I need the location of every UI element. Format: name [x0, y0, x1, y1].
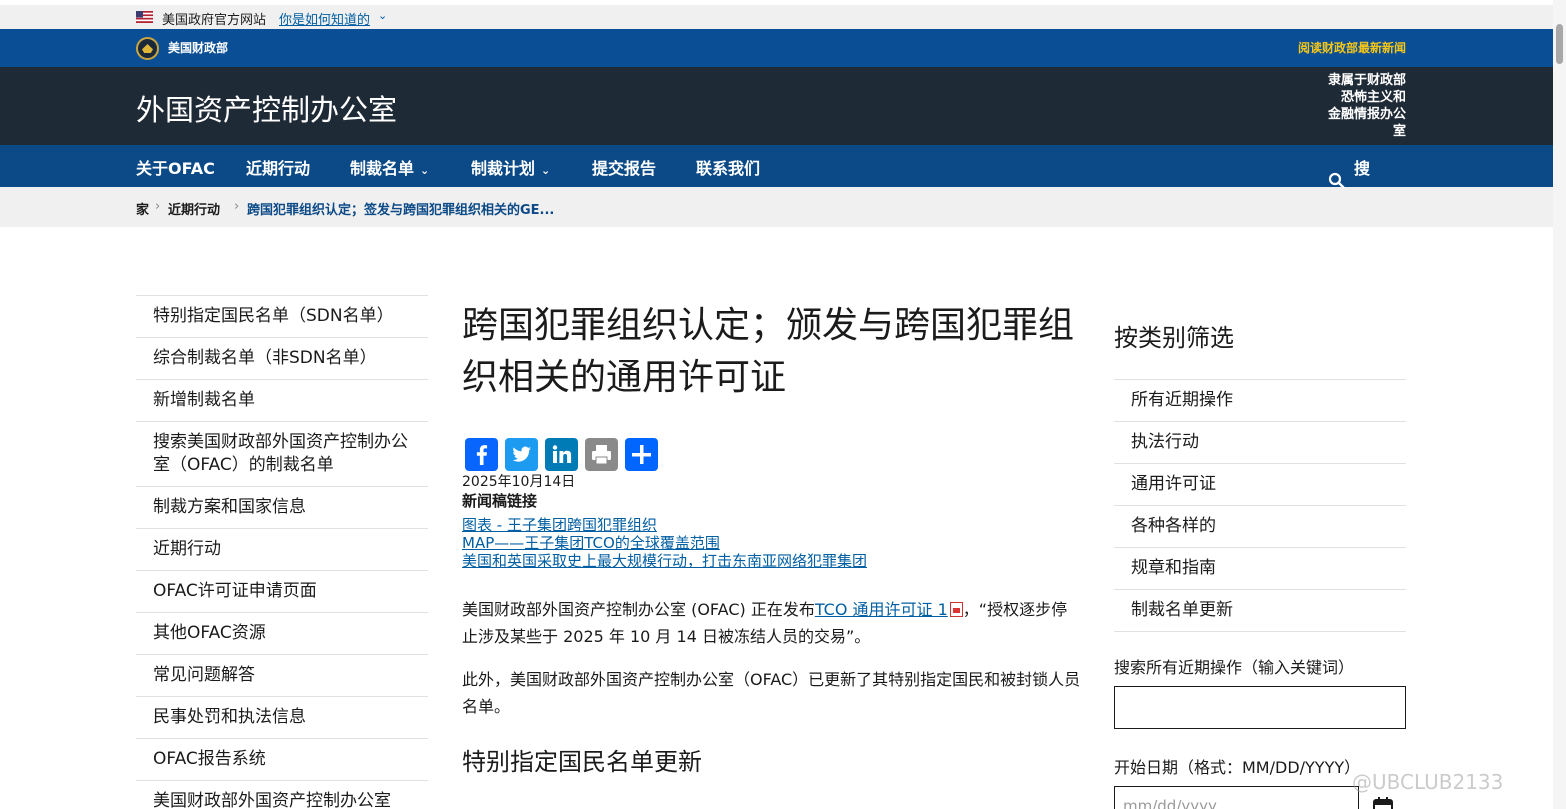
linkedin-icon [552, 445, 572, 463]
press-link-chart[interactable]: 图表 - 王子集团跨国犯罪组织 [462, 516, 867, 534]
print-button[interactable] [585, 438, 618, 471]
sidebar-item-other-resources[interactable]: 其他OFAC资源 [136, 612, 428, 654]
paragraph-text: 美国财政部外国资产控制办公室 (OFAC) 正在发布 [462, 600, 815, 619]
affiliation-line: 室 [1392, 124, 1406, 139]
breadcrumb-home[interactable]: 家 [136, 199, 149, 218]
side-nav: 特别指定国民名单（SDN名单） 综合制裁名单（非SDN名单） 新增制裁名单 搜索… [136, 295, 428, 809]
nav-label: 制裁名单 [350, 159, 415, 178]
nav-item-submit-report[interactable]: 提交报告 [592, 155, 656, 179]
plus-icon [632, 445, 651, 464]
filter-item-general-licenses[interactable]: 通用许可证 [1114, 463, 1406, 505]
sidebar-item-license-page[interactable]: OFAC许可证申请页面 [136, 570, 428, 612]
nav-item-recent-actions[interactable]: 近期行动 [246, 155, 310, 179]
keyword-search-label: 搜索所有近期操作（输入关键词） [1114, 658, 1355, 677]
main-nav: 关于OFAC 近期行动 制裁名单 ⌄ 制裁计划 ⌄ 提交报告 联系我们 [0, 145, 1553, 187]
sidebar-item-search-sanctions[interactable]: 搜索美国财政部外国资产控制办公室（OFAC）的制裁名单 [136, 421, 428, 486]
press-release-heading: 新闻稿链接 [462, 492, 538, 510]
sidebar-item-civil-penalties[interactable]: 民事处罚和执法信息 [136, 696, 428, 738]
linkedin-share-button[interactable] [545, 438, 578, 471]
nav-label: 联系我们 [696, 159, 761, 178]
treasury-seal-icon[interactable] [136, 37, 159, 60]
office-affiliation: 隶属于财政部 恐怖主义和 金融情报办公 室 [1306, 72, 1406, 140]
nav-item-sanctions-programs[interactable]: 制裁计划 ⌄ [471, 155, 550, 179]
sidebar-item-reporting-system[interactable]: OFAC报告系统 [136, 738, 428, 780]
calendar-icon[interactable] [1372, 796, 1394, 809]
filter-panel: 按类别筛选 所有近期操作 执法行动 通用许可证 各种各样的 规章和指南 制裁名单… [1114, 318, 1406, 809]
facebook-share-button[interactable] [465, 438, 498, 471]
chevron-down-icon: ⌄ [420, 164, 430, 177]
share-button[interactable] [625, 438, 658, 471]
affiliation-line: 金融情报办公 [1327, 107, 1406, 122]
print-icon [592, 445, 611, 465]
general-license-link[interactable]: TCO 通用许可证 1 [815, 600, 948, 619]
us-flag-icon [136, 11, 153, 23]
nav-label: 近期行动 [246, 159, 311, 178]
start-date-input[interactable]: mm/dd/yyyy [1114, 786, 1359, 809]
filter-item-list-updates[interactable]: 制裁名单更新 [1114, 589, 1406, 632]
page-title: 跨国犯罪组织认定；颁发与跨国犯罪组织相关的通用许可证 [462, 305, 1075, 398]
affiliation-line: 恐怖主义和 [1340, 90, 1406, 105]
nav-item-contact[interactable]: 联系我们 [696, 155, 760, 179]
how-you-know-link[interactable]: 你是如何知道的 [279, 9, 370, 28]
keyword-search-input[interactable] [1114, 686, 1406, 729]
gov-banner: 美国政府官方网站 你是如何知道的 ⌄ [0, 5, 1553, 29]
office-header: 外国资产控制办公室 隶属于财政部 恐怖主义和 金融情报办公 室 [0, 67, 1553, 145]
sidebar-item-ofac[interactable]: 美国财政部外国资产控制办公室 [136, 780, 428, 809]
sidebar-item-new-sanctions[interactable]: 新增制裁名单 [136, 379, 428, 421]
filter-list: 所有近期操作 执法行动 通用许可证 各种各样的 规章和指南 制裁名单更新 [1114, 379, 1406, 632]
sidebar-item-programs-countries[interactable]: 制裁方案和国家信息 [136, 486, 428, 528]
breadcrumb: 家 › 近期行动 › 跨国犯罪组织认定；签发与跨国犯罪组织相关的GE... [0, 187, 1553, 227]
sidebar-item-sdn-list[interactable]: 特别指定国民名单（SDN名单） [136, 295, 428, 337]
section-heading: 特别指定国民名单更新 [462, 748, 702, 776]
publish-date: 2025年10月14日 [462, 474, 576, 490]
filter-title: 按类别筛选 [1114, 324, 1234, 352]
sidebar-item-faq[interactable]: 常见问题解答 [136, 654, 428, 696]
paragraph-sdn-update: 此外，美国财政部外国资产控制办公室（OFAC）已更新了其特别指定国民和被封锁人员… [462, 670, 1081, 716]
affiliation-line: 隶属于财政部 [1327, 73, 1406, 88]
filter-item-all[interactable]: 所有近期操作 [1114, 379, 1406, 421]
breadcrumb-recent-actions[interactable]: 近期行动 [168, 199, 220, 218]
chevron-down-icon: ⌄ [541, 164, 551, 177]
chevron-right-icon: › [234, 199, 240, 214]
sidebar-item-recent-actions[interactable]: 近期行动 [136, 528, 428, 570]
press-links: 图表 - 王子集团跨国犯罪组织 MAP——王子集团TCO的全球覆盖范围 美国和英… [462, 516, 867, 570]
treasury-dept-link[interactable]: 美国财政部 [168, 39, 228, 56]
chevron-right-icon: › [155, 199, 161, 214]
main-content: 跨国犯罪组织认定；颁发与跨国犯罪组织相关的通用许可证 2025年10月14日 新… [462, 300, 1082, 776]
press-link-map[interactable]: MAP——王子集团TCO的全球覆盖范围 [462, 534, 867, 552]
press-link-press-release[interactable]: 美国和英国采取史上最大规模行动，打击东南亚网络犯罪集团 [462, 552, 867, 570]
page-scrollbar[interactable] [1553, 0, 1566, 809]
filter-item-regulations[interactable]: 规章和指南 [1114, 547, 1406, 589]
gov-banner-text: 美国政府官方网站 [162, 13, 267, 28]
filter-item-miscellaneous[interactable]: 各种各样的 [1114, 505, 1406, 547]
pdf-icon [949, 602, 963, 617]
nav-item-about[interactable]: 关于OFAC [136, 155, 215, 179]
treasury-news-link[interactable]: 阅读财政部最新新闻 [1298, 39, 1406, 56]
nav-label: 提交报告 [592, 159, 657, 178]
sidebar-item-non-sdn-list[interactable]: 综合制裁名单（非SDN名单） [136, 337, 428, 379]
filter-item-enforcement[interactable]: 执法行动 [1114, 421, 1406, 463]
scrollbar-thumb[interactable] [1556, 24, 1563, 64]
start-date-label: 开始日期（格式：MM/DD/YYYY） [1114, 758, 1361, 777]
nav-label: 制裁计划 [471, 159, 536, 178]
chevron-down-icon[interactable]: ⌄ [378, 9, 387, 22]
facebook-icon [476, 445, 488, 465]
twitter-icon [512, 446, 531, 462]
nav-label: 关于OFAC [136, 159, 215, 178]
watermark: @UBCLUB2133 [1352, 770, 1504, 794]
twitter-share-button[interactable] [505, 438, 538, 471]
breadcrumb-current: 跨国犯罪组织认定；签发与跨国犯罪组织相关的GE... [247, 203, 555, 218]
treasury-bar: 美国财政部 阅读财政部最新新闻 [0, 29, 1553, 67]
nav-item-sanctions-lists[interactable]: 制裁名单 ⌄ [350, 155, 429, 179]
office-title[interactable]: 外国资产控制办公室 [136, 87, 397, 129]
paragraph-general-license: 美国财政部外国资产控制办公室 (OFAC) 正在发布TCO 通用许可证 1 ，“授… [462, 596, 1082, 650]
